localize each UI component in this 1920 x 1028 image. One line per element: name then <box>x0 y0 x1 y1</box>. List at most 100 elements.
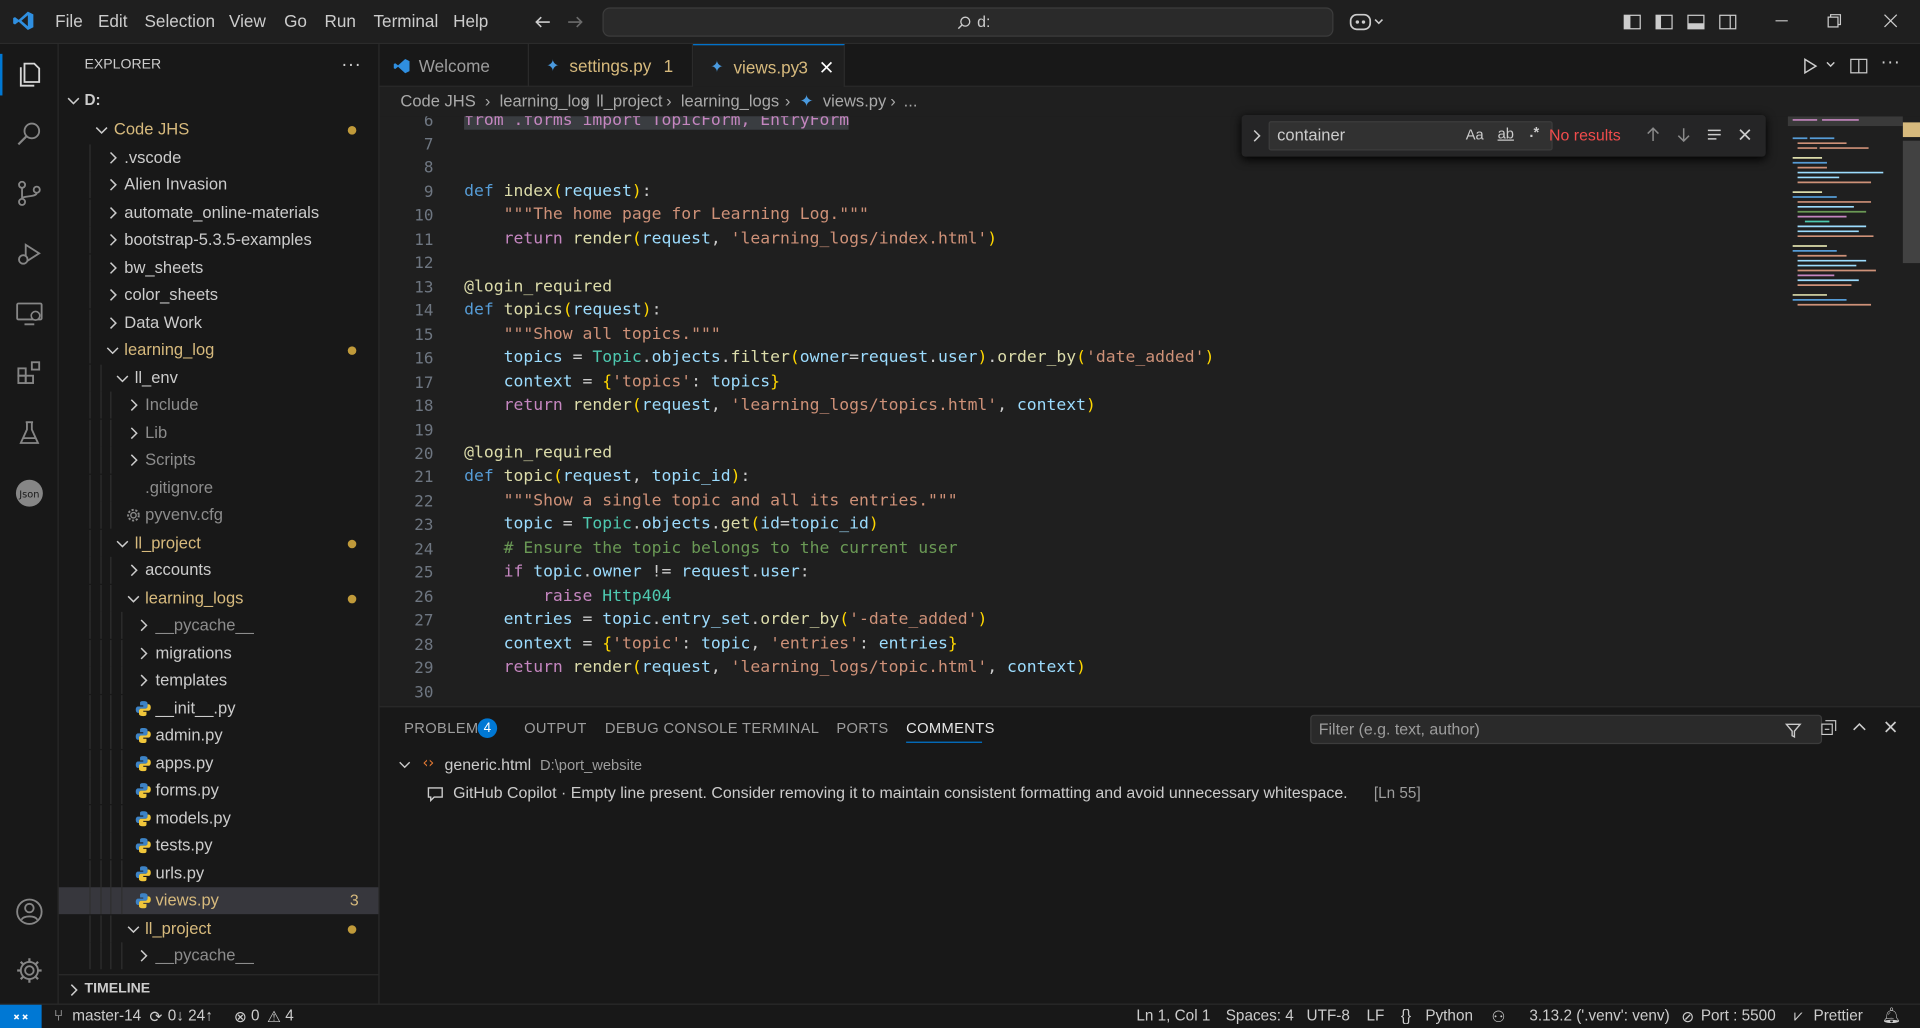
toggle-sidebar-icon[interactable] <box>1654 12 1674 32</box>
end-of-line[interactable]: LF <box>1367 1007 1385 1024</box>
run-dropdown-chevron-icon[interactable] <box>1825 59 1837 71</box>
minimize-icon[interactable] <box>1773 12 1790 29</box>
run-debug-icon[interactable] <box>15 239 44 268</box>
breadcrumb-item[interactable]: ... <box>904 92 918 110</box>
git-branch-icon[interactable]: ⑂ <box>54 1007 63 1024</box>
tree-item[interactable]: __init__.py <box>59 694 379 722</box>
close-window-icon[interactable] <box>1882 12 1899 29</box>
tree-item[interactable]: learning_log <box>59 336 379 364</box>
command-center-search[interactable]: d: <box>602 7 1334 37</box>
forward-arrow-icon[interactable] <box>566 12 586 32</box>
remote-explorer-icon[interactable] <box>15 299 44 328</box>
tree-item[interactable]: __pycache__ <box>59 611 379 639</box>
source-control-icon[interactable] <box>15 179 44 208</box>
collapse-all-icon[interactable] <box>1820 718 1838 736</box>
copilot-icon[interactable] <box>1349 11 1386 33</box>
encoding[interactable]: UTF-8 <box>1307 1007 1350 1024</box>
toggle-panel-icon[interactable] <box>1686 12 1706 32</box>
run-python-file-icon[interactable] <box>1800 56 1820 76</box>
remote-indicator[interactable] <box>0 1004 42 1028</box>
tree-item[interactable]: urls.py <box>59 859 379 887</box>
prettier-check-icon[interactable]: ⩗ <box>1794 1007 1803 1025</box>
code-line-9[interactable]: def index(request): <box>464 182 652 200</box>
menu-selection[interactable]: Selection <box>144 11 215 31</box>
timeline-section[interactable]: TIMELINE <box>58 974 379 1003</box>
indentation[interactable]: Spaces: 4 <box>1226 1007 1294 1024</box>
tree-item[interactable]: views.py 3 <box>58 887 379 915</box>
tree-item[interactable]: color_sheets <box>59 281 379 309</box>
minimap[interactable] <box>1787 116 1903 312</box>
sync-icon[interactable]: ⟳ <box>149 1007 162 1025</box>
tree-item[interactable]: bw_sheets <box>59 253 379 281</box>
menu-run[interactable]: Run <box>324 11 355 31</box>
breadcrumb-item[interactable]: learning_log <box>500 92 590 110</box>
explorer-icon[interactable] <box>15 60 44 89</box>
breadcrumb-item[interactable]: ll_project <box>596 92 662 110</box>
code-line-16[interactable]: topics = Topic.objects.filter(owner=requ… <box>464 349 1215 367</box>
tree-item[interactable]: admin.py <box>59 722 379 749</box>
tree-item[interactable]: ll_project <box>59 914 379 942</box>
tree-item[interactable]: learning_logs <box>59 584 379 612</box>
tab-debug-console[interactable]: DEBUG CONSOLE <box>605 720 738 737</box>
menu-edit[interactable]: Edit <box>98 11 128 31</box>
tree-item[interactable]: Data Work <box>59 309 379 336</box>
code-line-10[interactable]: """The home page for Learning Log.""" <box>464 206 869 224</box>
code-line-27[interactable]: entries = topic.entry_set.order_by('-dat… <box>464 611 988 629</box>
find-in-selection-icon[interactable] <box>1706 126 1723 143</box>
menu-go[interactable]: Go <box>284 11 307 31</box>
code-line-24[interactable]: # Ensure the topic belongs to the curren… <box>464 540 958 558</box>
code-line-15[interactable]: """Show all topics.""" <box>464 326 721 344</box>
editor-scrollbar[interactable] <box>1902 140 1920 264</box>
tab-comments[interactable]: COMMENTS <box>906 720 995 737</box>
code-line-26[interactable]: raise Http404 <box>464 587 671 605</box>
close-panel-icon[interactable] <box>1883 720 1898 735</box>
settings-gear-icon[interactable] <box>15 956 44 985</box>
account-icon[interactable] <box>15 897 44 926</box>
git-branch[interactable]: master-14 <box>72 1007 141 1024</box>
tab-welcome[interactable]: Welcome <box>380 44 529 87</box>
prettier-status[interactable]: Prettier <box>1813 1007 1862 1024</box>
tree-item[interactable]: tests.py <box>59 832 379 860</box>
tree-item[interactable]: accounts <box>59 556 379 584</box>
tree-item[interactable]: Alien Invasion <box>59 171 379 199</box>
tree-item[interactable]: automate_online-materials <box>59 198 379 226</box>
warning-count[interactable]: 4 <box>285 1007 294 1024</box>
tree-item[interactable]: forms.py <box>59 777 379 805</box>
more-actions-icon[interactable]: ··· <box>342 56 362 76</box>
maximize-panel-chevron-icon[interactable] <box>1850 718 1868 736</box>
code-line-28[interactable]: context = {'topic': topic, 'entries': en… <box>464 635 958 653</box>
tree-item[interactable]: ll_project <box>59 529 379 557</box>
extensions-icon[interactable] <box>15 359 44 388</box>
tab-settings-py[interactable]: ✦ settings.py 1 <box>529 44 694 87</box>
tree-item[interactable]: Lib <box>59 419 379 447</box>
comment-row[interactable]: GitHub Copilot · Empty line present. Con… <box>380 780 1920 807</box>
code-line-22[interactable]: """Show a single topic and all its entri… <box>464 492 958 510</box>
breadcrumb-item[interactable]: views.py <box>823 92 886 110</box>
tree-item[interactable]: pyvenv.cfg <box>59 501 379 529</box>
tree-item[interactable]: .vscode <box>59 143 379 171</box>
comment-file-row[interactable]: ‹› generic.html D:\port_website <box>380 751 1920 778</box>
tree-item[interactable]: Scripts <box>59 446 379 474</box>
filter-icon[interactable] <box>1784 721 1802 739</box>
error-count[interactable]: 0 <box>251 1007 260 1024</box>
menu-file[interactable]: File <box>55 11 83 31</box>
python-interpreter[interactable]: 3.13.2 ('.venv': venv) <box>1529 1007 1669 1024</box>
comments-filter-input[interactable]: Filter (e.g. text, author) <box>1310 714 1823 745</box>
json-icon[interactable]: Json <box>15 479 44 508</box>
code-line-29[interactable]: return render(request, 'learning_logs/to… <box>464 658 1086 676</box>
testing-icon[interactable] <box>15 419 44 448</box>
menu-terminal[interactable]: Terminal <box>373 11 438 31</box>
tab-views-py[interactable]: ✦ views.py 3 <box>693 44 845 89</box>
notifications-bell-icon[interactable]: 🔔︎ <box>1882 1007 1901 1025</box>
close-find-icon[interactable] <box>1738 127 1753 142</box>
tab-ports[interactable]: PORTS <box>836 720 888 737</box>
menu-help[interactable]: Help <box>453 11 488 31</box>
code-line-21[interactable]: def topic(request, topic_id): <box>464 467 750 485</box>
tree-item[interactable]: Code JHS <box>59 116 379 143</box>
find-input[interactable]: container Aa ab .* <box>1268 121 1553 151</box>
match-case-icon[interactable]: Aa <box>1466 126 1484 143</box>
tree-item[interactable]: Include <box>59 391 379 419</box>
code-line-14[interactable]: def topics(request): <box>464 301 661 319</box>
toggle-replace-chevron-icon[interactable] <box>1248 127 1265 144</box>
tree-item[interactable]: .gitignore <box>59 474 379 502</box>
